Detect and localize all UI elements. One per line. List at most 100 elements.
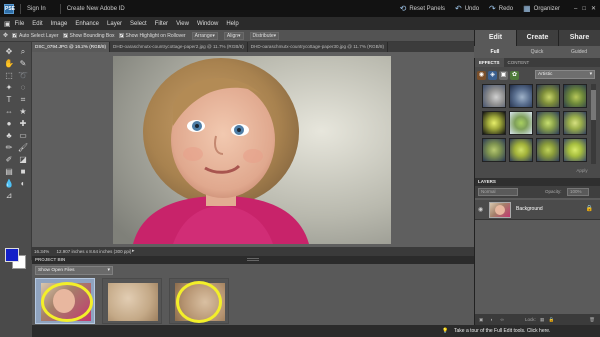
- sign-in-link[interactable]: Sign In: [27, 6, 46, 12]
- straighten-tool-icon[interactable]: ⊿: [3, 190, 15, 201]
- trash-icon[interactable]: 🗑: [589, 314, 595, 325]
- panel-grip-icon[interactable]: [247, 258, 259, 261]
- apply-button[interactable]: Apply: [567, 167, 597, 175]
- effect-thumbnail[interactable]: [482, 111, 506, 135]
- photo-effects-icon[interactable]: ▣: [499, 70, 508, 80]
- photo-image[interactable]: [113, 56, 391, 244]
- move-tool-icon[interactable]: ✥: [3, 46, 15, 57]
- visibility-eye-icon[interactable]: ◉: [478, 206, 483, 213]
- effect-thumbnail[interactable]: [509, 111, 533, 135]
- bounding-box-checkbox[interactable]: ✓: [62, 33, 68, 39]
- thumbnail-photo-1[interactable]: [35, 278, 95, 324]
- pencil-tool-icon[interactable]: ✏: [3, 142, 15, 153]
- effect-thumbnail[interactable]: [509, 138, 533, 162]
- link-icon[interactable]: ∞: [501, 317, 504, 322]
- lock-all-icon[interactable]: 🔒: [549, 317, 555, 322]
- tab-document-3[interactable]: DHD-oaraschmutx-countrycottage-paper30.j…: [248, 42, 389, 52]
- selection-brush-tool-icon[interactable]: ◌: [17, 82, 29, 93]
- effect-thumbnail[interactable]: [536, 84, 560, 108]
- menu-enhance[interactable]: Enhance: [75, 21, 99, 27]
- effect-thumbnail[interactable]: [482, 84, 506, 108]
- thumbnail-paper-2[interactable]: [102, 278, 162, 324]
- menu-view[interactable]: View: [176, 21, 189, 27]
- all-effects-icon[interactable]: ✿: [510, 70, 519, 80]
- close-button[interactable]: ✕: [591, 5, 596, 12]
- status-menu-icon[interactable]: ▸: [132, 247, 135, 256]
- redo-button[interactable]: ↷ Redo: [489, 4, 513, 13]
- menu-select[interactable]: Select: [130, 21, 147, 27]
- new-layer-icon[interactable]: ▣: [479, 317, 483, 322]
- red-eye-tool-icon[interactable]: ●: [3, 118, 15, 129]
- layers-panel-header[interactable]: LAYERS: [475, 178, 600, 186]
- tab-guided[interactable]: Guided: [558, 46, 600, 58]
- filters-icon[interactable]: ◉: [477, 70, 486, 80]
- tab-full[interactable]: Full: [474, 46, 516, 58]
- blur-tool-icon[interactable]: 💧: [3, 178, 15, 189]
- shape-tool-icon[interactable]: ■: [17, 166, 29, 177]
- menu-help[interactable]: Help: [226, 21, 238, 27]
- show-open-files-select[interactable]: Show Open Files ▾: [35, 266, 113, 275]
- effect-thumbnail[interactable]: [482, 138, 506, 162]
- eraser-tool-icon[interactable]: ▭: [17, 130, 29, 141]
- window-control-icon[interactable]: ▣: [4, 20, 11, 28]
- gradient-tool-icon[interactable]: ▤: [3, 166, 15, 177]
- tab-create[interactable]: Create: [516, 30, 558, 46]
- clone-stamp-tool-icon[interactable]: ♣: [3, 130, 15, 141]
- menu-filter[interactable]: Filter: [155, 21, 168, 27]
- tab-effects[interactable]: EFFECTS: [475, 58, 504, 67]
- thumbnail-paper-3[interactable]: [169, 278, 229, 324]
- text-tool-icon[interactable]: T: [3, 94, 15, 105]
- hand-tool-icon[interactable]: ✋: [3, 58, 15, 69]
- adjustment-layer-icon[interactable]: ◐: [491, 317, 494, 322]
- effect-thumbnail[interactable]: [509, 84, 533, 108]
- sponge-tool-icon[interactable]: ◐: [17, 178, 29, 189]
- foreground-color-swatch[interactable]: [5, 248, 19, 262]
- effect-thumbnail[interactable]: [563, 111, 587, 135]
- distribute-button[interactable]: Distribute ▾: [249, 31, 280, 40]
- recompose-tool-icon[interactable]: ⇔: [3, 106, 15, 117]
- auto-select-checkbox[interactable]: ✓: [12, 33, 17, 39]
- effects-category-select[interactable]: Artistic ▾: [535, 70, 595, 79]
- marquee-tool-icon[interactable]: ⬚: [3, 70, 15, 81]
- blend-mode-select[interactable]: Normal: [478, 188, 518, 196]
- effect-thumbnail[interactable]: [563, 84, 587, 108]
- organizer-button[interactable]: ▦ Organizer: [523, 4, 560, 13]
- brush-tool-icon[interactable]: 🖌: [17, 142, 29, 153]
- tour-tip-link[interactable]: Take a tour of the Full Edit tools. Clic…: [454, 325, 550, 337]
- effect-thumbnail[interactable]: [563, 138, 587, 162]
- layer-row-background[interactable]: ◉ Background 🔒: [475, 200, 600, 220]
- healing-brush-tool-icon[interactable]: ✚: [17, 118, 29, 129]
- tab-document-2[interactable]: DHD-oaraschmutx-countrycottage-paper2.jp…: [110, 42, 248, 52]
- reset-panels-button[interactable]: ⟲ Reset Panels: [400, 4, 445, 13]
- cookie-cutter-tool-icon[interactable]: ★: [17, 106, 29, 117]
- effect-thumbnail[interactable]: [536, 111, 560, 135]
- tab-document-1[interactable]: DSC_0794.JPG @ 16.2% (RGB/8): [32, 42, 111, 52]
- tab-share[interactable]: Share: [558, 30, 600, 46]
- highlight-checkbox[interactable]: ✓: [118, 33, 124, 39]
- minimize-button[interactable]: –: [574, 6, 577, 12]
- maximize-button[interactable]: □: [582, 6, 586, 12]
- magic-wand-tool-icon[interactable]: ✦: [3, 82, 15, 93]
- menu-file[interactable]: File: [15, 21, 25, 27]
- paint-bucket-tool-icon[interactable]: ◪: [17, 154, 29, 165]
- menu-image[interactable]: Image: [51, 21, 68, 27]
- opacity-input[interactable]: 100%: [567, 188, 589, 196]
- effects-scrollbar[interactable]: [591, 84, 596, 164]
- menu-window[interactable]: Window: [197, 21, 218, 27]
- lasso-tool-icon[interactable]: ➰: [17, 70, 29, 81]
- tab-content[interactable]: CONTENT: [504, 58, 534, 67]
- undo-button[interactable]: ↶ Undo: [455, 4, 479, 13]
- layer-styles-icon[interactable]: ◈: [488, 70, 497, 80]
- smart-brush-tool-icon[interactable]: ✐: [3, 154, 15, 165]
- tab-edit[interactable]: Edit: [474, 30, 516, 46]
- project-bin-header[interactable]: PROJECT BIN: [32, 256, 474, 264]
- menu-layer[interactable]: Layer: [107, 21, 122, 27]
- eyedropper-tool-icon[interactable]: ✎: [17, 58, 29, 69]
- effect-thumbnail[interactable]: [536, 138, 560, 162]
- arrange-button[interactable]: Arrange ▾: [191, 31, 218, 40]
- tab-quick[interactable]: Quick: [516, 46, 558, 58]
- align-button[interactable]: Align ▾: [223, 31, 244, 40]
- create-adobe-id-link[interactable]: Create New Adobe ID: [67, 6, 125, 12]
- scrollbar-thumb[interactable]: [591, 90, 596, 120]
- crop-tool-icon[interactable]: ⌗: [17, 94, 29, 105]
